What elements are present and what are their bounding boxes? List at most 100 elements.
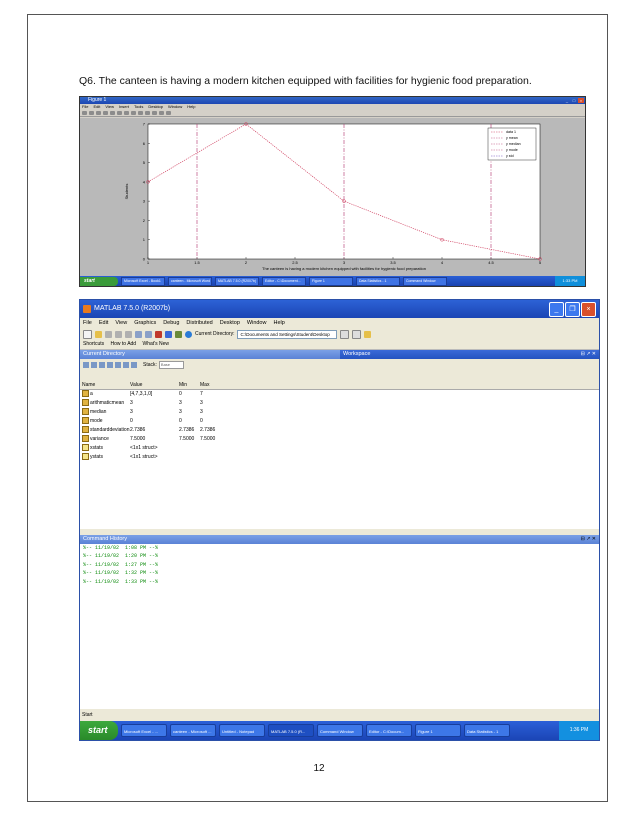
whats-new-link[interactable]: What's New [142,341,169,347]
tab-current-directory[interactable]: Current Directory [83,351,125,357]
figure-menu-insert[interactable]: Insert [119,104,129,109]
table-row[interactable]: arithmaticmean 3 3 3 [80,399,599,408]
table-row[interactable]: ystats <1x1 struct> [80,453,599,462]
figure-menu-edit[interactable]: Edit [93,104,100,109]
table-row[interactable]: median 3 3 3 [80,408,599,417]
figure-menu-help[interactable]: Help [187,104,195,109]
how-to-add-link[interactable]: How to Add [111,341,137,347]
column-header-max[interactable]: Max [200,381,209,389]
delete-variable-icon[interactable] [123,361,129,368]
pointer-icon[interactable] [110,110,115,115]
open-file-icon[interactable] [89,110,94,115]
zoom-out-icon[interactable] [124,110,129,115]
variable-name[interactable]: a [80,390,130,399]
data-cursor-icon[interactable] [145,110,150,115]
history-entry[interactable]: %-- 11/19/02 1:33 PM --% [80,578,599,586]
plot-selector-icon[interactable] [131,361,137,368]
column-header-name[interactable]: Name [80,381,130,389]
tab-workspace[interactable]: Workspace ⊟ ↗ ✕ [340,350,599,359]
rotate-icon[interactable] [138,110,143,115]
history-entry[interactable]: %-- 11/19/02 1:08 PM --% [80,544,599,552]
menu-debug[interactable]: Debug [163,320,179,326]
taskbar-item[interactable]: Untitled - Notepad [219,724,265,737]
figure-menu-desktop[interactable]: Desktop [148,104,163,109]
start-button[interactable]: start [80,721,118,740]
figure-taskbar-item[interactable]: Data Statistics - 1 [356,276,400,286]
menu-view[interactable]: View [115,320,127,326]
variable-name[interactable]: variance [80,435,130,444]
history-entry[interactable]: %-- 11/19/02 1:20 PM --% [80,552,599,560]
save-icon[interactable] [96,110,101,115]
guide-icon[interactable] [165,330,172,338]
figure-taskbar-item[interactable]: canteen - Microsoft Word [168,276,212,286]
simulink-icon[interactable] [155,330,162,338]
current-directory-field[interactable]: C:\Documents and Settings\Student\Deskto… [237,329,338,339]
variable-name[interactable]: arithmaticmean [80,399,130,408]
line-chart[interactable]: 1 1.5 2 2.5 3 3.5 4 4.5 501234567StudentsThe can… [80,118,585,276]
legend-icon[interactable] [166,110,171,115]
browse-icon[interactable] [352,329,362,339]
variable-name[interactable]: mode [80,417,130,426]
menu-help[interactable]: Help [273,320,284,326]
figure-menu-window[interactable]: Window [168,104,182,109]
close-icon[interactable]: × [581,302,596,317]
table-row[interactable]: a [4,7,3,1,0] 0 7 [80,390,599,399]
menu-file[interactable]: File [83,320,92,326]
menu-window[interactable]: Window [247,320,267,326]
undo-icon[interactable] [135,330,142,338]
taskbar-item[interactable]: canteen - Microsoft ... [170,724,216,737]
dropdown-icon[interactable] [340,329,350,339]
brush-icon[interactable] [152,110,157,115]
variable-name[interactable]: xstats [80,444,130,453]
new-figure-icon[interactable] [82,110,87,115]
panel-controls-icon[interactable]: ⊟ ↗ ✕ [581,535,596,544]
close-icon[interactable]: × [578,98,584,103]
pan-icon[interactable] [131,110,136,115]
redo-icon[interactable] [145,330,152,338]
menu-desktop[interactable]: Desktop [220,320,240,326]
restore-icon[interactable]: ❐ [565,302,580,317]
profiler-icon[interactable] [175,330,182,338]
open-folder-icon[interactable] [95,330,102,338]
variable-name[interactable]: median [80,408,130,417]
figure-taskbar-item[interactable]: Figure 1 [309,276,353,286]
figure-start-button[interactable]: start [80,276,118,286]
column-header-min[interactable]: Min [179,381,187,389]
taskbar-item[interactable]: Command Window [317,724,363,737]
table-row[interactable]: xstats <1x1 struct> [80,444,599,453]
figure-taskbar-item[interactable]: MATLAB 7.5.0 (R2007b) [215,276,259,286]
new-variable-icon[interactable] [83,361,89,368]
menu-distributed[interactable]: Distributed [186,320,212,326]
help-icon[interactable] [185,330,192,338]
table-row[interactable]: variance 7.5000 7.5000 7.5000 [80,435,599,444]
save-workspace-icon[interactable] [107,361,113,368]
panel-controls-icon[interactable]: ⊟ ↗ ✕ [581,350,596,359]
history-entry[interactable]: %-- 11/19/02 1:32 PM --% [80,569,599,577]
table-row[interactable]: standarddeviation 2.7386 2.7386 2.7386 [80,426,599,435]
print-icon[interactable] [115,361,121,368]
taskbar-item[interactable]: Editor - C:\Docum... [366,724,412,737]
zoom-in-icon[interactable] [117,110,122,115]
minimize-icon[interactable]: _ [564,98,570,103]
open-variable-icon[interactable] [91,361,97,368]
new-file-icon[interactable] [83,329,92,339]
figure-menu-file[interactable]: File [82,104,88,109]
history-entry[interactable]: %-- 11/19/02 1:27 PM --% [80,561,599,569]
figure-taskbar-item[interactable]: Command Window [403,276,447,286]
taskbar-item[interactable]: MATLAB 7.5.0 (R... [268,724,314,737]
copy-icon[interactable] [115,330,122,338]
figure-menu-tools[interactable]: Tools [134,104,143,109]
table-row[interactable]: mode 0 0 0 [80,417,599,426]
stack-dropdown[interactable]: Base [158,360,184,369]
menu-edit[interactable]: Edit [99,320,108,326]
taskbar-item[interactable]: Microsoft Excel - ... [121,724,167,737]
taskbar-item[interactable]: Figure 1 [415,724,461,737]
figure-menu-view[interactable]: View [105,104,114,109]
start-tab[interactable]: Start [80,711,100,720]
import-data-icon[interactable] [99,361,105,368]
print-icon[interactable] [103,110,108,115]
taskbar-item[interactable]: Data Statistics - 1 [464,724,510,737]
cut-icon[interactable] [105,330,112,338]
colorbar-icon[interactable] [159,110,164,115]
column-header-value[interactable]: Value [130,381,142,389]
